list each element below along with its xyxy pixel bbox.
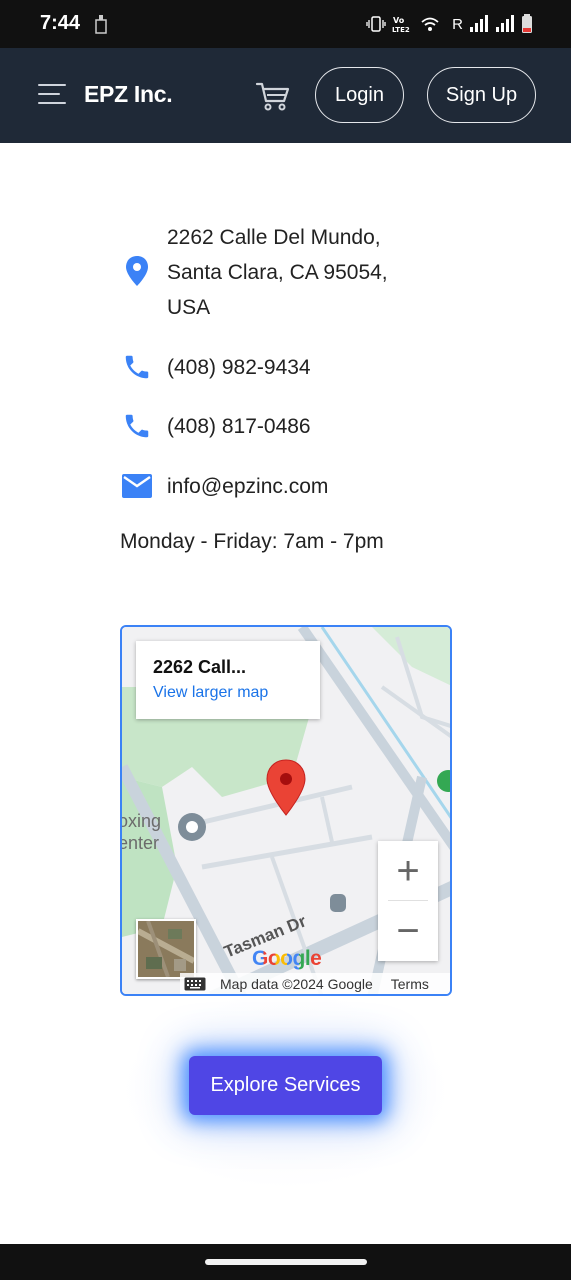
status-time: 7:44	[40, 12, 81, 34]
location-pin-icon	[120, 254, 154, 288]
business-hours: Monday - Friday: 7am - 7pm	[120, 530, 384, 553]
home-gesture-handle[interactable]	[205, 1259, 367, 1265]
email-address[interactable]: info@epzinc.com	[167, 469, 328, 504]
signal-icon	[496, 15, 514, 32]
app-header: EPZ Inc. Login Sign Up	[0, 48, 571, 143]
cart-icon[interactable]	[254, 79, 292, 113]
roaming-marker: R	[452, 15, 463, 33]
zoom-controls: + −	[378, 841, 438, 961]
explore-services-button[interactable]: Explore Services	[189, 1056, 382, 1115]
poi-label: oxing enter	[120, 811, 162, 853]
login-button[interactable]: Login	[315, 67, 404, 123]
map-terms-link[interactable]: Terms	[391, 976, 429, 992]
sign-up-button[interactable]: Sign Up	[427, 67, 536, 123]
phone-number-1[interactable]: (408) 982-9434	[167, 350, 311, 385]
vibrate-icon	[366, 16, 386, 32]
svg-text:LTE2: LTE2	[392, 26, 410, 33]
address-text: 2262 Calle Del Mundo, Santa Clara, CA 95…	[167, 226, 388, 319]
wifi-icon	[421, 17, 439, 31]
phone-number-2[interactable]: (408) 817-0486	[167, 409, 311, 444]
phone-row-1: (408) 982-9434	[120, 350, 311, 385]
signal-icon	[470, 15, 488, 32]
hamburger-menu-icon[interactable]	[38, 84, 68, 106]
email-row: info@epzinc.com	[120, 469, 328, 504]
volte-icon: VoLTE2	[392, 16, 410, 33]
google-logo: Google	[252, 947, 322, 970]
map-place-title: 2262 Call...	[153, 657, 247, 677]
svg-text:Vo: Vo	[393, 16, 405, 25]
phone-row-2: (408) 817-0486	[120, 409, 311, 444]
battery-icon	[522, 14, 532, 33]
system-navigation-bar	[0, 1244, 571, 1280]
view-larger-map-link[interactable]: View larger map	[153, 684, 320, 702]
zoom-in-button[interactable]: +	[378, 841, 438, 901]
satellite-toggle-thumbnail[interactable]	[136, 919, 196, 979]
address-row: 2262 Calle Del Mundo, Santa Clara, CA 95…	[120, 220, 427, 325]
status-bar: 7:44 Vo LTE2 R	[0, 0, 571, 48]
zoom-out-button[interactable]: −	[378, 901, 438, 961]
status-icons: Vo LTE2 R	[366, 12, 533, 36]
phone-icon	[120, 409, 154, 443]
map-info-card: 2262 Call... View larger map	[136, 641, 320, 719]
phone-icon	[120, 350, 154, 384]
embedded-map[interactable]: oxing enter Tasman Dr 2262 Call... View …	[120, 625, 452, 996]
email-icon	[120, 469, 154, 503]
brand-title[interactable]: EPZ Inc.	[84, 81, 173, 108]
keyboard-shortcuts-icon[interactable]	[184, 977, 206, 991]
sim-icon	[95, 15, 107, 34]
